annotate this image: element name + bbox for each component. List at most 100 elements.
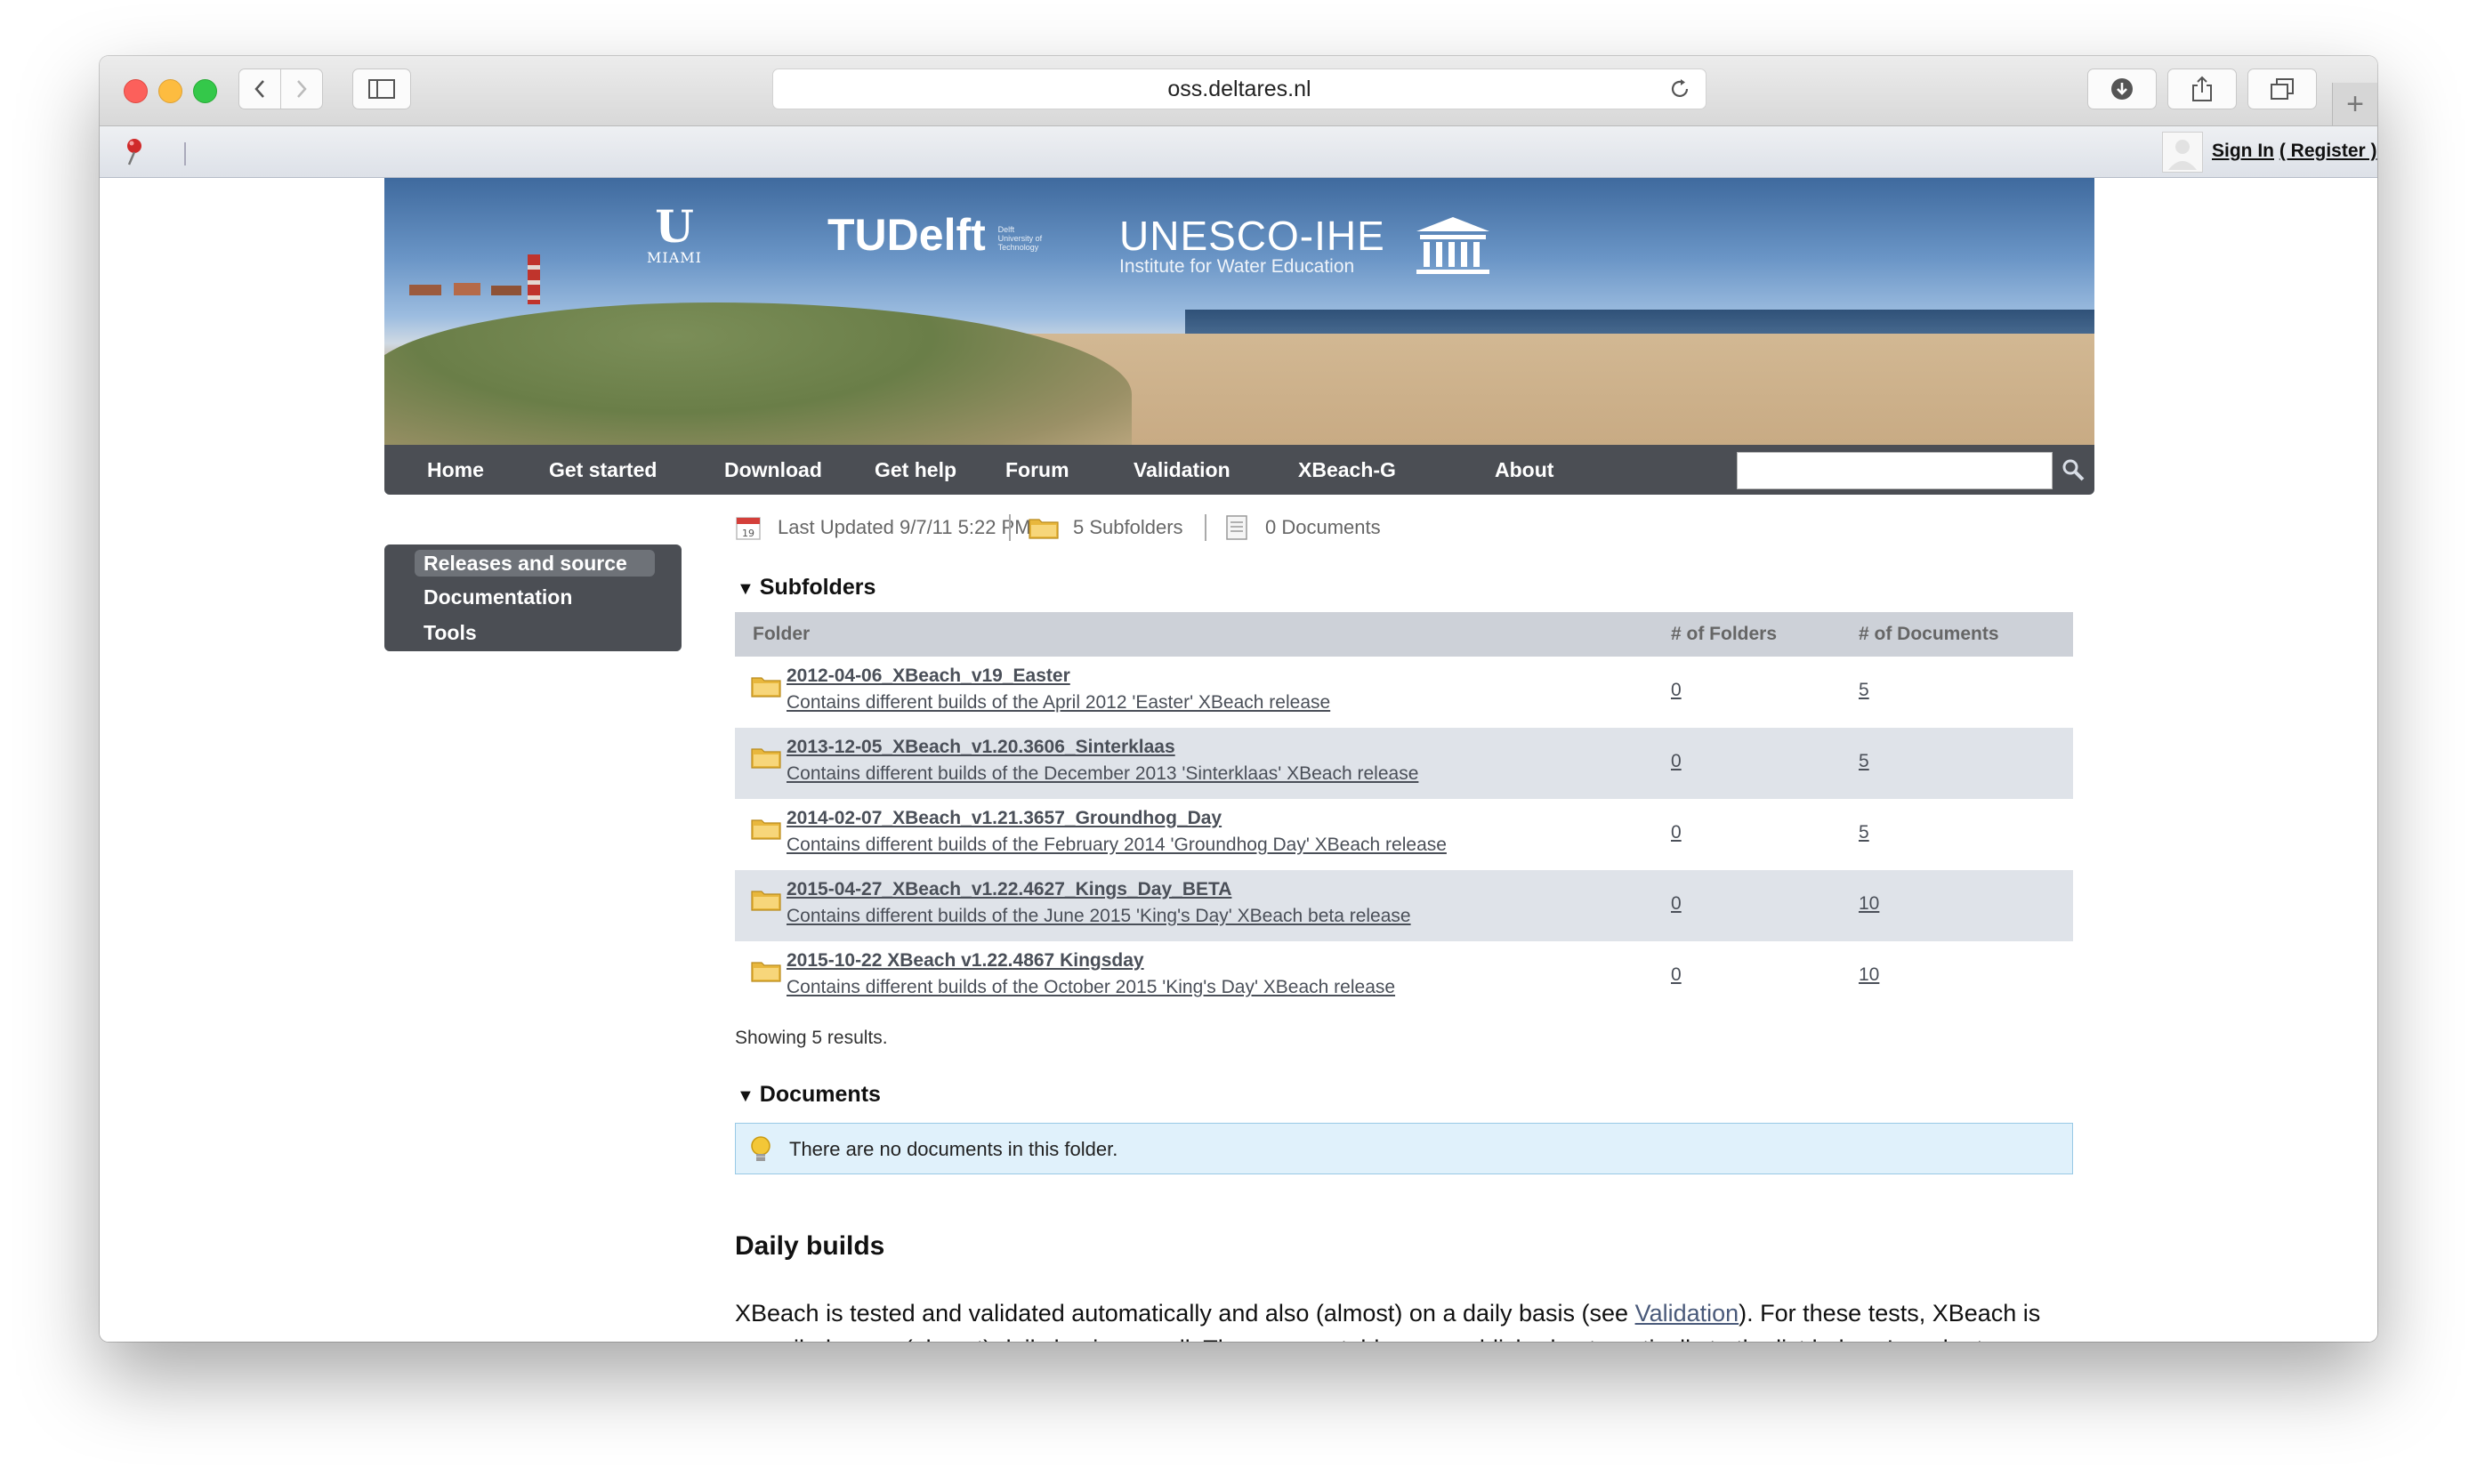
documents-count-text: 0 Documents bbox=[1265, 516, 1381, 538]
header-banner: U MIAMI TUDelft Delft University of Tech… bbox=[384, 178, 2094, 445]
documents-section-toggle[interactable]: ▼ Documents bbox=[737, 1082, 881, 1108]
sign-in-link[interactable]: Sign In bbox=[2212, 141, 2274, 161]
calendar-icon: 19 bbox=[736, 517, 761, 540]
user-avatar-icon bbox=[2162, 132, 2203, 173]
zoom-window-button[interactable] bbox=[193, 79, 217, 103]
no-documents-alert: There are no documents in this folder. bbox=[735, 1123, 2073, 1174]
no-documents-message: There are no documents in this folder. bbox=[789, 1138, 1118, 1160]
site-search-input[interactable] bbox=[1737, 452, 2053, 489]
folder-name-link[interactable]: 2015-04-27_XBeach_v1.22.4627_Kings_Day_B… bbox=[787, 879, 1231, 900]
chevron-left-icon bbox=[254, 80, 264, 98]
nav-about[interactable]: About bbox=[1495, 445, 1553, 495]
lightbulb-icon bbox=[751, 1136, 771, 1161]
sidebar-item-documentation[interactable]: Documentation bbox=[424, 584, 572, 610]
subfolders-count-text: 5 Subfolders bbox=[1073, 516, 1183, 538]
share-icon bbox=[2192, 76, 2212, 101]
folder-name-link[interactable]: 2015-10-22 XBeach v1.22.4867 Kingsday bbox=[787, 950, 1144, 972]
banner-dunes bbox=[384, 302, 1132, 445]
folder-description-link[interactable]: Contains different builds of the Februar… bbox=[787, 835, 1447, 856]
forward-button[interactable] bbox=[280, 69, 323, 109]
web-page: U MIAMI TUDelft Delft University of Tech… bbox=[100, 178, 2377, 1342]
column-header-documents[interactable]: # of Documents bbox=[1859, 612, 1999, 657]
nav-validation[interactable]: Validation bbox=[1134, 445, 1230, 495]
folder-count-link[interactable]: 0 bbox=[1671, 822, 1682, 843]
temple-logo-icon bbox=[1416, 217, 1489, 274]
folder-description-link[interactable]: Contains different builds of the June 20… bbox=[787, 906, 1411, 927]
miami-logo: U MIAMI bbox=[639, 205, 710, 267]
column-header-folder[interactable]: Folder bbox=[753, 612, 810, 657]
meta-divider bbox=[1205, 514, 1206, 541]
table-row: 2012-04-06_XBeach_v19_Easter Contains di… bbox=[735, 657, 2073, 728]
sidebar-toggle-button[interactable] bbox=[352, 69, 411, 109]
tabs-overview-button[interactable] bbox=[2247, 69, 2317, 109]
document-count-link[interactable]: 5 bbox=[1859, 822, 1869, 843]
folder-count-link[interactable]: 0 bbox=[1671, 964, 1682, 986]
nav-forum[interactable]: Forum bbox=[1005, 445, 1069, 495]
nav-get-started[interactable]: Get started bbox=[549, 445, 657, 495]
column-header-folders[interactable]: # of Folders bbox=[1671, 612, 1777, 657]
document-count-link[interactable]: 5 bbox=[1859, 751, 1869, 772]
folder-name-link[interactable]: 2014-02-07_XBeach_v1.21.3657_Groundhog_D… bbox=[787, 808, 1222, 829]
share-button[interactable] bbox=[2167, 69, 2237, 109]
document-count-link[interactable]: 5 bbox=[1859, 680, 1869, 701]
unesco-ihe-name: UNESCO-IHE bbox=[1119, 213, 1385, 259]
main-navigation: Home Get started Download Get help Forum… bbox=[384, 445, 2094, 495]
pushpin-icon[interactable] bbox=[123, 137, 146, 167]
back-button[interactable] bbox=[238, 69, 281, 109]
download-icon bbox=[2111, 78, 2133, 100]
validation-link[interactable]: Validation bbox=[1635, 1300, 1739, 1327]
folder-icon bbox=[751, 748, 781, 769]
chevron-right-icon bbox=[297, 80, 307, 98]
search-icon[interactable] bbox=[2061, 457, 2086, 482]
document-count-link[interactable]: 10 bbox=[1859, 893, 1879, 915]
new-tab-button[interactable]: + bbox=[2332, 83, 2377, 125]
sidebar-item-releases-and-source[interactable]: Releases and source bbox=[415, 550, 655, 577]
folder-count-link[interactable]: 0 bbox=[1671, 893, 1682, 915]
subfolders-section-toggle[interactable]: ▼ Subfolders bbox=[737, 575, 875, 601]
bookmark-bar: Sign In ( Register ) bbox=[100, 126, 2377, 178]
folder-count-link[interactable]: 0 bbox=[1671, 751, 1682, 772]
document-count-link[interactable]: 10 bbox=[1859, 964, 1879, 986]
last-updated-text: Last Updated 9/7/11 5:22 PM bbox=[778, 516, 1031, 538]
subfolders-section-title: Subfolders bbox=[759, 575, 876, 600]
address-bar[interactable]: oss.deltares.nl bbox=[772, 69, 1706, 109]
svg-text:19: 19 bbox=[742, 528, 754, 539]
folder-description-link[interactable]: Contains different builds of the April 2… bbox=[787, 692, 1330, 714]
tudelft-logo-subtext: Delft University of Technology bbox=[997, 224, 1043, 252]
miami-logo-text: MIAMI bbox=[647, 249, 702, 266]
tudelft-logo-text: TUDelft bbox=[827, 210, 986, 260]
nav-home[interactable]: Home bbox=[427, 445, 484, 495]
folder-name-link[interactable]: 2012-04-06_XBeach_v19_Easter bbox=[787, 665, 1070, 687]
folder-icon bbox=[1029, 519, 1059, 539]
browser-toolbar: oss.deltares.nl + bbox=[100, 56, 2377, 126]
table-row: 2015-04-27_XBeach_v1.22.4627_Kings_Day_B… bbox=[735, 870, 2073, 941]
folder-count-link[interactable]: 0 bbox=[1671, 680, 1682, 701]
folder-icon bbox=[751, 819, 781, 840]
meta-divider bbox=[1009, 514, 1011, 541]
folder-icon bbox=[751, 891, 781, 911]
minimize-window-button[interactable] bbox=[158, 79, 182, 103]
table-row: 2014-02-07_XBeach_v1.21.3657_Groundhog_D… bbox=[735, 799, 2073, 870]
folder-description-link[interactable]: Contains different builds of the October… bbox=[787, 977, 1395, 998]
sidebar-item-tools[interactable]: Tools bbox=[424, 619, 477, 646]
close-window-button[interactable] bbox=[124, 79, 148, 103]
sidebar-menu: Releases and source Documentation Tools bbox=[384, 544, 682, 651]
daily-builds-heading: Daily builds bbox=[735, 1231, 885, 1261]
nav-xbeach-g[interactable]: XBeach-G bbox=[1298, 445, 1396, 495]
folder-description-link[interactable]: Contains different builds of the Decembe… bbox=[787, 763, 1418, 785]
document-icon bbox=[1226, 515, 1247, 540]
paragraph-text: XBeach is tested and validated automatic… bbox=[735, 1300, 1635, 1327]
reload-icon[interactable] bbox=[1668, 77, 1691, 101]
folder-icon bbox=[751, 962, 781, 982]
folder-name-link[interactable]: 2013-12-05_XBeach_v1.20.3606_Sinterklaas bbox=[787, 737, 1175, 758]
tudelft-logo: TUDelft Delft University of Technology bbox=[827, 209, 1052, 261]
table-row: 2013-12-05_XBeach_v1.20.3606_Sinterklaas… bbox=[735, 728, 2073, 799]
nav-download[interactable]: Download bbox=[724, 445, 822, 495]
nav-get-help[interactable]: Get help bbox=[875, 445, 956, 495]
register-link[interactable]: ( Register ) bbox=[2279, 141, 2377, 161]
folder-icon bbox=[751, 677, 781, 698]
tabs-icon bbox=[2271, 78, 2294, 100]
unesco-ihe-logo: UNESCO-IHE Institute for Water Education bbox=[1119, 215, 1385, 278]
results-count-text: Showing 5 results. bbox=[735, 1028, 888, 1048]
downloads-button[interactable] bbox=[2087, 69, 2157, 109]
